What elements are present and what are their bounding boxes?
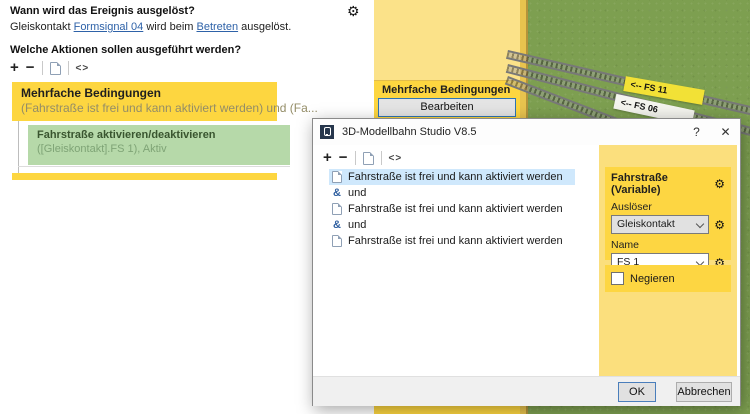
action-block-title: Fahrstraße aktivieren/deaktivieren [37, 129, 216, 141]
trigger-middle: wird beim [143, 21, 197, 33]
negate-checkbox[interactable] [611, 272, 624, 285]
negate-label: Negieren [630, 272, 675, 285]
trigger-event-link[interactable]: Betreten [196, 21, 238, 33]
condition-list: Fahrstraße ist frei und kann aktiviert w… [329, 169, 575, 249]
trigger-dropdown-value: Gleiskontakt [617, 218, 675, 230]
condition-text: Fahrstraße ist frei und kann aktiviert w… [348, 235, 563, 247]
trigger-prefix: Gleiskontakt [10, 21, 74, 33]
and-operator-icon: & [333, 219, 341, 231]
help-button[interactable]: ? [682, 120, 711, 144]
condition-list-item[interactable]: Fahrstraße ist frei und kann aktiviert w… [329, 233, 575, 249]
condition-block-end-bar[interactable] [12, 173, 277, 180]
add-action-button[interactable]: + [10, 60, 19, 76]
operator-text: und [348, 219, 367, 231]
condition-icon [332, 171, 342, 183]
operator-list-item[interactable]: & und [329, 185, 575, 201]
action-block[interactable]: Fahrstraße aktivieren/deaktivieren ([Gle… [28, 125, 290, 165]
operator-list-item[interactable]: & und [329, 217, 575, 233]
app-window: Wann wird das Ereignis ausgelöst? Gleisk… [0, 0, 750, 414]
condition-properties-sidebar: Fahrstraße (Variable) ⚙ Auslöser Gleisko… [599, 145, 737, 376]
code-view-button[interactable]: <> [76, 63, 90, 74]
condition-icon [332, 235, 342, 247]
trigger-question-heading: Wann wird das Ereignis ausgelöst? [10, 5, 195, 17]
name-field-label: Name [611, 239, 640, 251]
trigger-field-label: Auslöser [611, 201, 652, 213]
condition-block-summary: (Fahrstraße ist frei und kann aktiviert … [21, 101, 318, 115]
ok-button[interactable]: OK [618, 381, 656, 402]
copy-icon[interactable] [362, 151, 374, 165]
row-divider [18, 166, 290, 167]
conditions-dialog: 3D-Modellbahn Studio V8.5 ? ✕ + − <> Fah… [312, 118, 741, 406]
toolbar-divider [41, 61, 43, 75]
remove-condition-button[interactable]: − [339, 150, 348, 166]
dialog-footer: OK Abbrechen [313, 376, 740, 406]
conditions-toolbar: + − <> [323, 149, 402, 167]
condition-block-title: Mehrfache Bedingungen [21, 86, 162, 100]
trigger-sentence: Gleiskontakt Formsignal 04 wird beim Bet… [10, 21, 291, 33]
app-icon [320, 125, 334, 139]
copy-icon[interactable] [49, 61, 61, 75]
trigger-dropdown[interactable]: Gleiskontakt [611, 215, 710, 234]
toolbar-divider [380, 151, 382, 165]
action-block-detail: ([Gleiskontakt].FS 1), Aktiv [37, 143, 167, 155]
toolbar-divider [67, 61, 69, 75]
dialog-titlebar[interactable]: 3D-Modellbahn Studio V8.5 ? ✕ [313, 119, 740, 145]
card-settings-gear-icon[interactable]: ⚙ [714, 178, 725, 190]
negate-card: Negieren [605, 265, 731, 292]
chevron-down-icon [695, 219, 705, 229]
trigger-suffix: ausgelöst. [238, 21, 292, 33]
remove-action-button[interactable]: − [26, 60, 35, 76]
operator-text: und [348, 187, 367, 199]
event-settings-gear-icon[interactable]: ⚙ [347, 4, 360, 18]
trigger-object-link[interactable]: Formsignal 04 [74, 21, 144, 33]
card-title: Fahrstraße (Variable) [611, 172, 668, 196]
condition-text: Fahrstraße ist frei und kann aktiviert w… [348, 171, 563, 183]
cancel-button[interactable]: Abbrechen [676, 381, 732, 402]
condition-icon [332, 203, 342, 215]
dialog-title: 3D-Modellbahn Studio V8.5 [342, 126, 477, 138]
code-view-button[interactable]: <> [389, 153, 403, 164]
condition-list-item[interactable]: Fahrstraße ist frei und kann aktiviert w… [329, 169, 575, 185]
actions-toolbar: + − <> [10, 59, 89, 77]
trigger-gear-icon[interactable]: ⚙ [714, 219, 725, 231]
condition-list-item[interactable]: Fahrstraße ist frei und kann aktiviert w… [329, 201, 575, 217]
actions-question-heading: Welche Aktionen sollen ausgeführt werden… [10, 44, 242, 56]
and-operator-icon: & [333, 187, 341, 199]
properties-heading: Mehrfache Bedingungen [382, 84, 511, 96]
edit-conditions-button[interactable]: Bearbeiten [378, 98, 516, 117]
add-condition-button[interactable]: + [323, 150, 332, 166]
close-icon[interactable]: ✕ [711, 120, 740, 144]
toolbar-divider [354, 151, 356, 165]
condition-text: Fahrstraße ist frei und kann aktiviert w… [348, 203, 563, 215]
condition-block[interactable]: Mehrfache Bedingungen (Fahrstraße ist fr… [12, 82, 318, 121]
variable-condition-card: Fahrstraße (Variable) ⚙ Auslöser Gleisko… [605, 167, 731, 272]
